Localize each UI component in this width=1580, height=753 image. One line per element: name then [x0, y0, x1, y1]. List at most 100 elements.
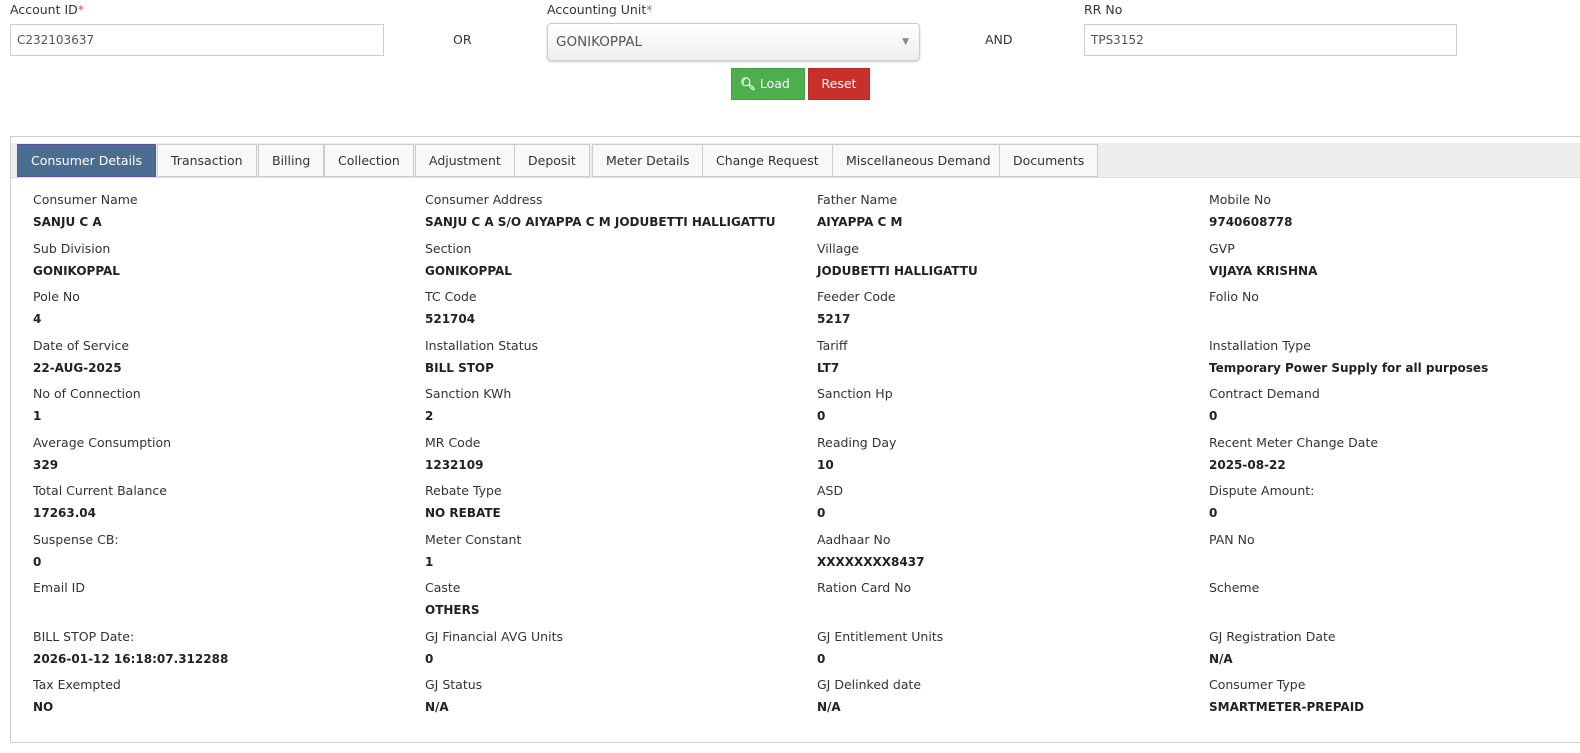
field-value	[1209, 312, 1259, 326]
tab-adjustment[interactable]: Adjustment	[415, 144, 515, 177]
field-consumer-name: Consumer Name SANJU C A	[33, 192, 138, 229]
field-village: Village JODUBETTI HALLIGATTU	[817, 241, 978, 278]
field-label: Consumer Type	[1209, 677, 1306, 692]
field-suspense-cb: Suspense CB: 0	[33, 532, 119, 569]
field-value: 2	[425, 409, 434, 423]
account-id-input[interactable]: C232103637	[10, 24, 384, 56]
field-sanction-kwh: Sanction KWh 2	[425, 386, 511, 423]
field-label: Sanction KWh	[425, 386, 512, 401]
field-meter-constant: Meter Constant 1	[425, 532, 521, 569]
search-icon: 🔍︎	[740, 76, 756, 91]
field-label: GJ Registration Date	[1209, 628, 1336, 644]
field-value: OTHERS	[425, 603, 480, 617]
field-label: GJ Delinked date	[817, 677, 922, 692]
field-label: Recent Meter Change Date	[1209, 434, 1379, 450]
field-label: Ration Card No	[817, 580, 912, 595]
field-folio-no: Folio No	[1209, 289, 1259, 326]
field-value: 0	[1209, 506, 1218, 520]
field-dispute-amount: Dispute Amount: 0	[1209, 483, 1314, 520]
field-label: Aadhaar No	[817, 531, 891, 547]
chevron-down-icon: ▼	[902, 37, 909, 47]
field-date-of-service: Date of Service 22-AUG-2025	[33, 338, 129, 375]
field-label: Contract Demand	[1209, 386, 1320, 401]
field-value: 0	[817, 651, 826, 666]
field-value: 1232109	[425, 457, 484, 472]
reset-button[interactable]: Reset	[808, 68, 870, 100]
field-value: 5217	[817, 312, 851, 326]
accounting-unit-select[interactable]: GONIKOPPAL ▼	[547, 23, 920, 61]
field-pan-no: PAN No	[1209, 532, 1255, 569]
tab-billing[interactable]: Billing	[258, 144, 325, 177]
field-value: BILL STOP	[425, 360, 494, 375]
field-value: 0	[1209, 409, 1218, 423]
field-label: Village	[817, 240, 859, 256]
field-label: Rebate Type	[425, 483, 502, 498]
tab-deposit[interactable]: Deposit	[514, 144, 590, 177]
field-asd: ASD 0	[817, 483, 843, 520]
tab-bar: Consumer Details Transaction Billing Collec…	[11, 143, 1580, 178]
tab-meter-details[interactable]: Meter Details	[592, 144, 704, 177]
field-label: Consumer Address	[425, 192, 543, 207]
field-bill-stop-date: BILL STOP Date: 2026-01-12 16:18:07.31228…	[33, 629, 228, 666]
field-value: 329	[33, 457, 59, 472]
tab-miscellaneous-demand[interactable]: Miscellaneous Demand	[832, 144, 1005, 177]
field-value: 1	[425, 554, 434, 569]
field-value: Temporary Power Supply for all purposes	[1209, 360, 1489, 375]
field-value: N/A	[817, 700, 841, 714]
field-average-consumption: Average Consumption 329	[33, 435, 171, 472]
field-gj-registration-date: GJ Registration Date N/A	[1209, 629, 1336, 666]
field-label: Meter Constant	[425, 531, 522, 547]
field-label: Dispute Amount:	[1209, 483, 1315, 498]
tab-change-request[interactable]: Change Request	[702, 144, 833, 177]
accounting-unit-label: Accounting Unit*	[547, 2, 653, 17]
field-mobile-no: Mobile No 9740608778	[1209, 192, 1293, 229]
field-label: GJ Entitlement Units	[817, 628, 944, 644]
field-label: Tariff	[817, 337, 848, 353]
field-label: Father Name	[817, 192, 898, 207]
field-ration-card-no: Ration Card No	[817, 580, 911, 617]
field-feeder-code: Feeder Code 5217	[817, 289, 896, 326]
tab-transaction[interactable]: Transaction	[157, 144, 257, 177]
field-label: Email ID	[33, 580, 85, 595]
field-value: SANJU C A	[33, 215, 102, 229]
field-value: 10	[817, 457, 834, 472]
field-consumer-type: Consumer Type SMARTMETER-PREPAID	[1209, 677, 1364, 714]
field-aadhaar-no: Aadhaar No XXXXXXXX8437	[817, 532, 924, 569]
field-value	[817, 603, 911, 617]
field-installation-type: Installation Type Temporary Power Supply …	[1209, 338, 1488, 375]
field-total-current-balance: Total Current Balance 17263.04	[33, 483, 167, 520]
load-button[interactable]: 🔍︎ Load	[731, 68, 805, 100]
field-email-id: Email ID	[33, 580, 85, 617]
field-value: 2025-08-22	[1209, 457, 1286, 472]
field-label: Average Consumption	[33, 434, 172, 450]
field-gj-entitlement-units: GJ Entitlement Units 0	[817, 629, 943, 666]
field-value: 9740608778	[1209, 215, 1293, 229]
field-tc-code: TC Code 521704	[425, 289, 477, 326]
field-value: 17263.04	[33, 506, 97, 520]
field-value: 521704	[425, 312, 476, 326]
field-label: Sanction Hp	[817, 386, 893, 401]
field-value: 1	[33, 409, 42, 423]
tab-documents[interactable]: Documents	[999, 144, 1099, 177]
field-value	[1209, 603, 1259, 617]
field-label: Suspense CB:	[33, 531, 119, 547]
field-label: Consumer Name	[33, 192, 138, 207]
field-value: N/A	[1209, 651, 1233, 666]
field-reading-day: Reading Day 10	[817, 435, 896, 472]
field-no-of-connection: No of Connection 1	[33, 386, 141, 423]
rr-no-input[interactable]: TPS3152	[1084, 24, 1457, 56]
field-father-name: Father Name AIYAPPA C M	[817, 192, 902, 229]
field-label: Tax Exempted	[33, 677, 121, 692]
field-label: TC Code	[425, 289, 477, 304]
consumer-panel: Consumer Details Transaction Billing Collec…	[10, 136, 1580, 743]
tab-collection[interactable]: Collection	[324, 144, 414, 177]
field-value: N/A	[425, 700, 449, 714]
field-mr-code: MR Code 1232109	[425, 435, 483, 472]
field-value	[1209, 555, 1255, 569]
field-recent-meter-change-date: Recent Meter Change Date 2025-08-22	[1209, 435, 1378, 472]
field-sanction-hp: Sanction Hp 0	[817, 386, 893, 423]
field-value: SMARTMETER-PREPAID	[1209, 700, 1365, 714]
tab-consumer-details[interactable]: Consumer Details	[17, 144, 157, 177]
and-label: AND	[985, 32, 1013, 47]
field-sub-division: Sub Division GONIKOPPAL	[33, 241, 120, 278]
